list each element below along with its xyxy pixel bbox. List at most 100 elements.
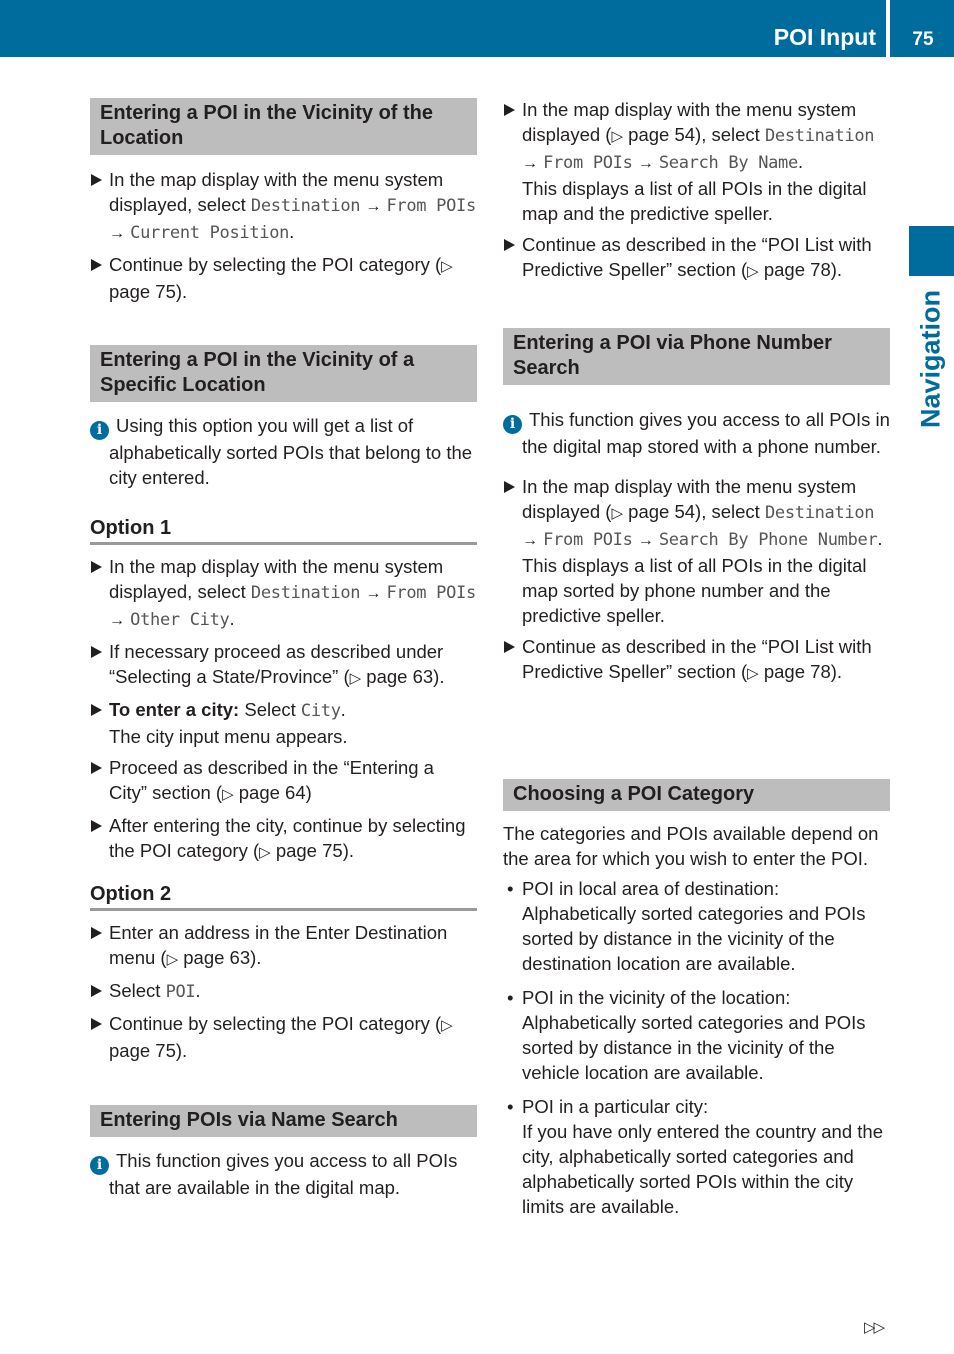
arrow-icon: → [365, 585, 382, 602]
step-triangle-icon [91, 762, 102, 774]
arrow-icon: → [365, 198, 382, 215]
step-triangle-icon [504, 239, 515, 251]
info-note: i This function gives you access to all P… [503, 407, 890, 459]
menu-path: From POIs [543, 530, 633, 550]
step-triangle-icon [91, 561, 102, 573]
menu-path: Destination [764, 126, 875, 146]
page-ref-icon: ▷ [441, 1017, 453, 1034]
section-vicinity-specific-location: Entering a POI in the Vicinity of a Spec… [90, 345, 477, 490]
instruction-step: Select POI. [90, 978, 477, 1005]
section-phone-search: Entering a POI via Phone Number Search i… [503, 328, 890, 686]
intro-paragraph: The categories and POIs available depend… [503, 823, 879, 869]
arrow-icon: → [522, 532, 538, 549]
menu-path: From POIs [543, 153, 633, 173]
page-link[interactable]: page 78 [764, 259, 831, 280]
option-1: Option 1 In the map display with the men… [90, 516, 477, 865]
page-ref-icon: ▷ [222, 786, 234, 803]
chapter-title: POI Input [773, 24, 876, 50]
page-ref-icon: ▷ [611, 505, 624, 522]
page-link[interactable]: page 78 [764, 661, 831, 682]
option-2: Option 2 Enter an address in the Enter D… [90, 882, 477, 1063]
side-tab-label: Navigation [915, 289, 946, 429]
bullet-icon: • [507, 987, 514, 1008]
page-link[interactable]: page 63 [183, 947, 250, 968]
info-icon: i [90, 1156, 109, 1175]
page-link[interactable]: page 54 [628, 501, 695, 522]
menu-path: City [300, 701, 341, 721]
step-triangle-icon [91, 1018, 102, 1030]
instruction-step: In the map display with the menu system … [90, 554, 477, 633]
category-bullet: • POI in local area of destination: Alph… [507, 878, 866, 974]
menu-path: POI [165, 982, 196, 1002]
page-link[interactable]: page 75 [109, 281, 176, 302]
menu-path: Current Position [130, 223, 290, 243]
page-link[interactable]: page 63 [366, 666, 433, 687]
instruction-step: Proceed as described in the “Entering a … [90, 755, 477, 807]
section-heading: Entering a POI in the Vicinity of the Lo… [90, 98, 477, 155]
page-link[interactable]: page 75 [276, 840, 343, 861]
info-icon: i [90, 421, 109, 440]
step-triangle-icon [91, 985, 102, 997]
step-triangle-icon [91, 820, 102, 832]
page-link[interactable]: page 54 [628, 124, 695, 145]
menu-path: Destination [250, 583, 361, 603]
instruction-step: After entering the city, continue by sel… [90, 813, 477, 865]
menu-path: From POIs [386, 583, 477, 603]
info-icon: i [503, 415, 522, 434]
page-ref-icon: ▷ [349, 670, 362, 687]
arrow-icon: → [109, 225, 125, 242]
menu-path: Search By Name [658, 153, 798, 173]
side-tab-marker [909, 226, 954, 276]
bullet-icon: • [507, 1096, 514, 1117]
page-ref-icon: ▷ [441, 258, 453, 275]
page-ref-icon: ▷ [747, 665, 759, 682]
bullet-icon: • [507, 878, 514, 899]
instruction-step: Enter an address in the Enter Destinatio… [90, 920, 477, 972]
page-ref-icon: ▷ [259, 844, 271, 861]
page-ref-icon: ▷ [747, 263, 759, 280]
instruction-step: Continue as described in the “POI List w… [503, 232, 890, 284]
menu-path: Destination [250, 196, 361, 216]
menu-path: Other City [130, 610, 230, 630]
category-bullet: • POI in the vicinity of the location: A… [507, 987, 866, 1083]
step-triangle-icon [91, 259, 102, 271]
section-poi-category: Choosing a POI Category The categories a… [503, 779, 890, 1219]
section-heading: Entering a POI via Phone Number Search [503, 328, 890, 385]
page-link[interactable]: page 64 [239, 782, 306, 803]
info-note: i This function gives you access to all P… [90, 1148, 477, 1200]
menu-path: Search By Phone Number [658, 530, 878, 550]
instruction-step: If necessary proceed as described under … [90, 639, 477, 691]
page-ref-icon: ▷ [611, 128, 624, 145]
header-divider [886, 0, 890, 57]
instruction-step: In the map display with the menu system … [503, 97, 890, 226]
section-name-search: Entering POIs via Name Search i This func… [90, 1105, 477, 1200]
instruction-step: Continue by selecting the POI category (… [90, 252, 477, 304]
section-heading: Choosing a POI Category [503, 779, 890, 811]
step-triangle-icon [504, 481, 515, 493]
menu-path: Destination [764, 503, 875, 523]
step-triangle-icon [504, 104, 515, 116]
instruction-step: In the map display with the menu system … [90, 167, 477, 246]
section-vicinity-location: Entering a POI in the Vicinity of the Lo… [90, 98, 477, 304]
info-note: i Using this option you will get a list o… [90, 413, 477, 490]
arrow-icon: → [637, 532, 654, 549]
page-ref-icon: ▷ [166, 951, 179, 968]
step-triangle-icon [91, 174, 102, 186]
page-header: POI Input 75 [0, 0, 954, 57]
continued-icon: ▷▷ [864, 1319, 885, 1336]
menu-path: From POIs [386, 196, 477, 216]
step-triangle-icon [91, 646, 102, 658]
step-triangle-icon [91, 704, 102, 716]
arrow-icon: → [522, 155, 538, 172]
instruction-step: Continue by selecting the POI category (… [90, 1011, 477, 1063]
subsection-heading: Option 2 [90, 882, 477, 911]
page-number: 75 [912, 29, 934, 50]
page-link[interactable]: page 75 [109, 1040, 176, 1061]
instruction-step: Continue as described in the “POI List w… [503, 634, 890, 686]
step-triangle-icon [504, 641, 515, 653]
section-heading: Entering a POI in the Vicinity of a Spec… [90, 345, 477, 402]
step-triangle-icon [91, 927, 102, 939]
section-name-search-continued: In the map display with the menu system … [503, 97, 890, 284]
arrow-icon: → [109, 612, 125, 629]
arrow-icon: → [637, 155, 654, 172]
